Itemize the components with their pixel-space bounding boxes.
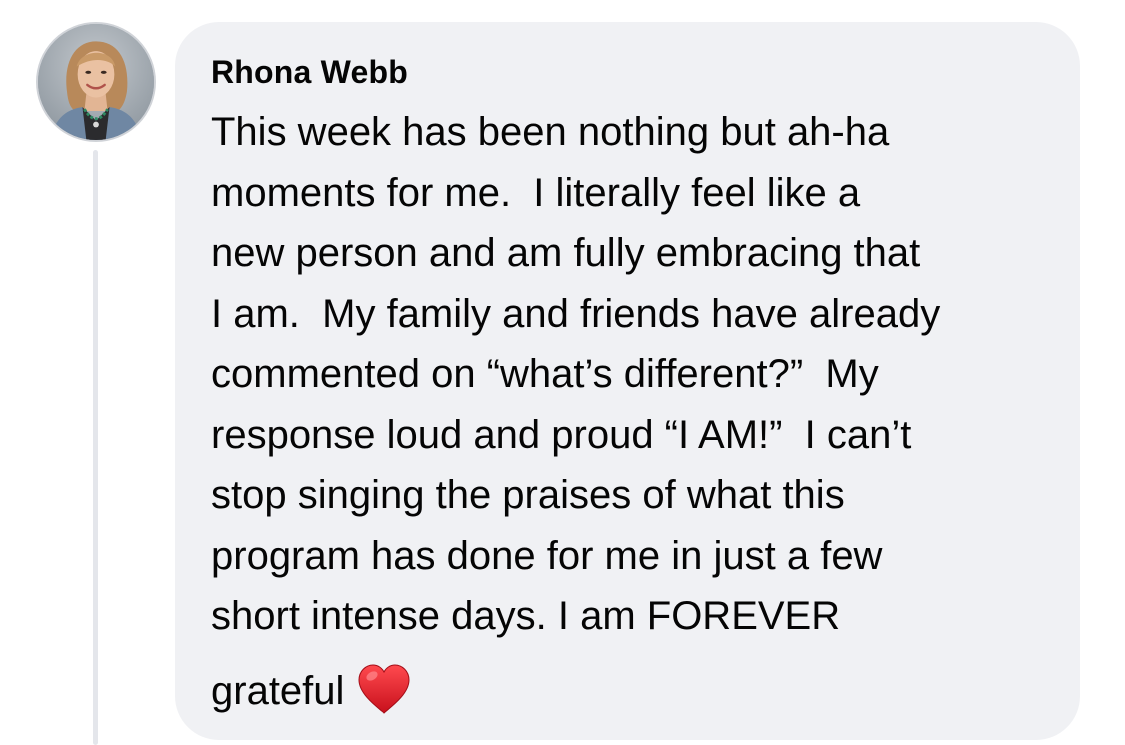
thread-line bbox=[93, 150, 98, 745]
comment-bubble: Rhona Webb This week has been nothing bu… bbox=[175, 22, 1080, 740]
comment-line: stop singing the praises of what this bbox=[211, 473, 845, 517]
comment-line: new person and am fully embracing that bbox=[211, 231, 921, 275]
avatar[interactable] bbox=[36, 22, 156, 142]
comment-line: commented on “what’s different?” My bbox=[211, 352, 879, 396]
profile-photo bbox=[38, 24, 154, 140]
comment-text: This week has been nothing but ah-ha mom… bbox=[211, 102, 1044, 721]
author-name[interactable]: Rhona Webb bbox=[211, 52, 1044, 92]
comment-line: grateful bbox=[211, 668, 345, 713]
comment-line: response loud and proud “I AM!” I can’t bbox=[211, 412, 912, 457]
comment-last-line: grateful bbox=[211, 661, 1044, 722]
comment-line: I am. My family and friends have already bbox=[211, 291, 941, 336]
comment-line: short intense days. I am FOREVER bbox=[211, 594, 841, 638]
comment-line: moments for me. I literally feel like a bbox=[211, 170, 861, 215]
comment-line: program has done for me in just a few bbox=[211, 533, 883, 578]
comment-line: This week has been nothing but ah-ha bbox=[211, 110, 890, 154]
heart-icon bbox=[356, 663, 412, 715]
